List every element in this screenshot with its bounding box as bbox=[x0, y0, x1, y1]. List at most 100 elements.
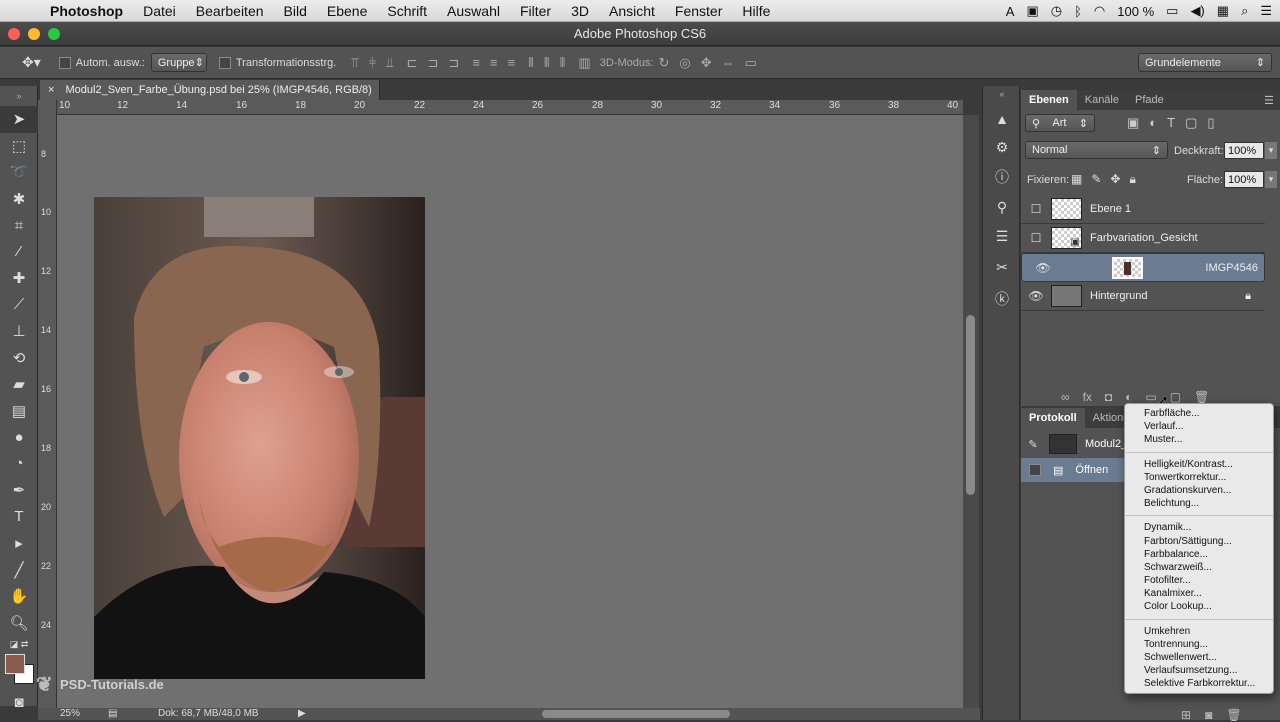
calendar-icon[interactable]: ▦ bbox=[1217, 3, 1229, 19]
vertical-scroll-thumb[interactable] bbox=[966, 315, 975, 495]
tool-presets-icon[interactable]: ✂ bbox=[983, 253, 1021, 282]
history-brush-source-icon[interactable]: ✎ bbox=[1021, 438, 1045, 451]
menu-item[interactable]: Farbfläche... bbox=[1125, 407, 1273, 420]
brush-tool-icon[interactable]: ⟋ bbox=[0, 292, 38, 319]
volume-icon[interactable]: ◀) bbox=[1190, 3, 1204, 19]
menu-item[interactable]: Verlaufsumsetzung... bbox=[1125, 664, 1273, 677]
3d-roll-icon[interactable]: ◎ bbox=[679, 55, 690, 71]
layer-row[interactable]: ☐ Ebene 1 bbox=[1021, 195, 1265, 224]
screen-record-icon[interactable]: ▣ bbox=[1026, 3, 1038, 19]
layer-lock-icon[interactable]: 🔒︎ bbox=[1245, 290, 1251, 303]
history-brush-tool-icon[interactable]: ⟲ bbox=[0, 345, 38, 372]
zoom-level[interactable]: 25% bbox=[60, 708, 80, 720]
marquee-tool-icon[interactable]: ⬚ bbox=[0, 133, 38, 160]
adobe-icon[interactable]: A bbox=[1006, 4, 1015, 19]
eyedropper-tool-icon[interactable]: ⁄ bbox=[0, 239, 38, 266]
layer-row[interactable]: 👁︎ Hintergrund 🔒︎ bbox=[1021, 282, 1265, 311]
menu-item[interactable]: Verlauf... bbox=[1125, 420, 1273, 433]
wifi-icon[interactable]: ◠ bbox=[1094, 3, 1105, 19]
close-document-icon[interactable]: × bbox=[48, 84, 54, 96]
menu-item[interactable]: Tonwertkorrektur... bbox=[1125, 471, 1273, 484]
menu-item[interactable]: Kanalmixer... bbox=[1125, 587, 1273, 600]
lock-pixels-icon[interactable]: ✎ bbox=[1091, 172, 1110, 186]
lock-position-icon[interactable]: ✥ bbox=[1110, 172, 1129, 186]
fx-icon[interactable]: fx bbox=[1083, 390, 1092, 406]
menu-ebene[interactable]: Ebene bbox=[317, 3, 377, 19]
distribute-bottom-icon[interactable]: ≡ bbox=[508, 55, 516, 70]
battery-text[interactable]: 100 % bbox=[1117, 4, 1154, 19]
eraser-tool-icon[interactable]: ▰ bbox=[0, 371, 38, 398]
blur-tool-icon[interactable]: ● bbox=[0, 424, 38, 451]
align-left-icon[interactable]: ⊏ bbox=[407, 55, 418, 70]
healing-brush-tool-icon[interactable]: ✚ bbox=[0, 265, 38, 292]
gradient-tool-icon[interactable]: ▤ bbox=[0, 398, 38, 425]
lock-transparency-icon[interactable]: ▦ bbox=[1071, 172, 1091, 186]
horizontal-scroll-thumb[interactable] bbox=[542, 710, 730, 718]
type-tool-icon[interactable]: T bbox=[0, 504, 38, 531]
filter-type-icon[interactable]: T bbox=[1167, 115, 1185, 130]
kuler-icon[interactable]: ⓚ bbox=[983, 284, 1021, 313]
distribute-hcenter-icon[interactable]: ⦀ bbox=[544, 55, 550, 70]
menu-item[interactable]: Umkehren bbox=[1125, 625, 1273, 638]
collapse-tools-icon[interactable]: » bbox=[0, 86, 38, 106]
swap-colors-icon[interactable]: ◪ ⇄ bbox=[0, 636, 38, 652]
link-layers-icon[interactable]: ∞ bbox=[1061, 390, 1070, 406]
distribute-right-icon[interactable]: ⦀ bbox=[560, 55, 566, 70]
filter-shape-icon[interactable]: ▢ bbox=[1185, 115, 1207, 130]
filter-pixel-icon[interactable]: ▣ bbox=[1127, 115, 1149, 130]
tab-kanaele[interactable]: Kanäle bbox=[1077, 90, 1127, 110]
panel-menu-icon[interactable]: ☰ bbox=[1264, 94, 1274, 107]
foreground-color-swatch[interactable] bbox=[5, 654, 25, 674]
menu-item[interactable]: Color Lookup... bbox=[1125, 600, 1273, 613]
minimize-window-icon[interactable] bbox=[28, 28, 40, 40]
tab-protokoll[interactable]: Protokoll bbox=[1021, 408, 1085, 428]
zoom-tool-icon[interactable]: 🔍︎ bbox=[0, 610, 38, 637]
menu-filter[interactable]: Filter bbox=[510, 3, 561, 19]
document-tab[interactable]: × Modul2_Sven_Farbe_Übung.psd bei 25% (I… bbox=[40, 80, 380, 100]
adjustments-icon[interactable]: ☰ bbox=[983, 222, 1021, 251]
menu-item[interactable]: Belichtung... bbox=[1125, 497, 1273, 510]
time-machine-icon[interactable]: ◷ bbox=[1051, 3, 1062, 19]
history-step-check[interactable] bbox=[1029, 464, 1041, 476]
align-right-icon[interactable]: ⊐ bbox=[448, 55, 459, 70]
3d-slide-icon[interactable]: ⇔ bbox=[722, 55, 735, 70]
auto-align-icon[interactable]: ▥ bbox=[578, 55, 590, 70]
menu-item[interactable]: Farbbalance... bbox=[1125, 548, 1273, 561]
align-bottom-icon[interactable]: ⫫ bbox=[386, 55, 393, 70]
spotlight-icon[interactable]: ⌕ bbox=[1241, 3, 1248, 19]
layer-name[interactable]: Farbvariation_Gesicht bbox=[1090, 232, 1198, 244]
opacity-arrow-icon[interactable]: ▾ bbox=[1265, 142, 1277, 159]
tab-pfade[interactable]: Pfade bbox=[1127, 90, 1172, 110]
3d-scale-icon[interactable]: ▭ bbox=[745, 55, 757, 71]
menu-schrift[interactable]: Schrift bbox=[377, 3, 437, 19]
move-tool-icon[interactable]: ➤ bbox=[0, 106, 38, 133]
3d-rotate-icon[interactable]: ↻ bbox=[659, 55, 670, 71]
path-selection-tool-icon[interactable]: ▸ bbox=[0, 530, 38, 557]
histogram-icon[interactable]: ▲ bbox=[983, 104, 1021, 133]
menu-hilfe[interactable]: Hilfe bbox=[732, 3, 780, 19]
menu-item[interactable]: Gradationskurven... bbox=[1125, 484, 1273, 497]
menu-item[interactable]: Schwellenwert... bbox=[1125, 651, 1273, 664]
bluetooth-icon[interactable]: ᛒ bbox=[1074, 4, 1082, 19]
info-icon[interactable]: ⓘ bbox=[983, 162, 1021, 191]
pen-tool-icon[interactable]: ✒ bbox=[0, 477, 38, 504]
menu-fenster[interactable]: Fenster bbox=[665, 3, 732, 19]
menu-item[interactable]: Tontrennung... bbox=[1125, 638, 1273, 651]
lock-all-icon[interactable]: 🔒︎ bbox=[1129, 172, 1144, 186]
close-window-icon[interactable] bbox=[8, 28, 20, 40]
magic-wand-tool-icon[interactable]: ✱ bbox=[0, 186, 38, 213]
menu-bearbeiten[interactable]: Bearbeiten bbox=[186, 3, 274, 19]
menu-item[interactable]: Dynamik... bbox=[1125, 521, 1273, 534]
dodge-tool-icon[interactable]: ◔ bbox=[0, 451, 38, 478]
layer-name[interactable]: IMGP4546 bbox=[1205, 262, 1258, 274]
zoom-window-icon[interactable] bbox=[48, 28, 60, 40]
tab-ebenen[interactable]: Ebenen bbox=[1021, 90, 1077, 110]
distribute-vcenter-icon[interactable]: ≡ bbox=[490, 55, 498, 70]
lasso-tool-icon[interactable]: ➰ bbox=[0, 159, 38, 186]
menu-auswahl[interactable]: Auswahl bbox=[437, 3, 510, 19]
3d-pan-icon[interactable]: ✥ bbox=[701, 55, 712, 71]
fill-arrow-icon[interactable]: ▾ bbox=[1265, 171, 1277, 188]
add-mask-icon[interactable]: ◘ bbox=[1105, 390, 1112, 406]
distribute-left-icon[interactable]: ⦀ bbox=[528, 55, 534, 70]
eye-icon[interactable]: 👁︎ bbox=[1028, 261, 1058, 275]
